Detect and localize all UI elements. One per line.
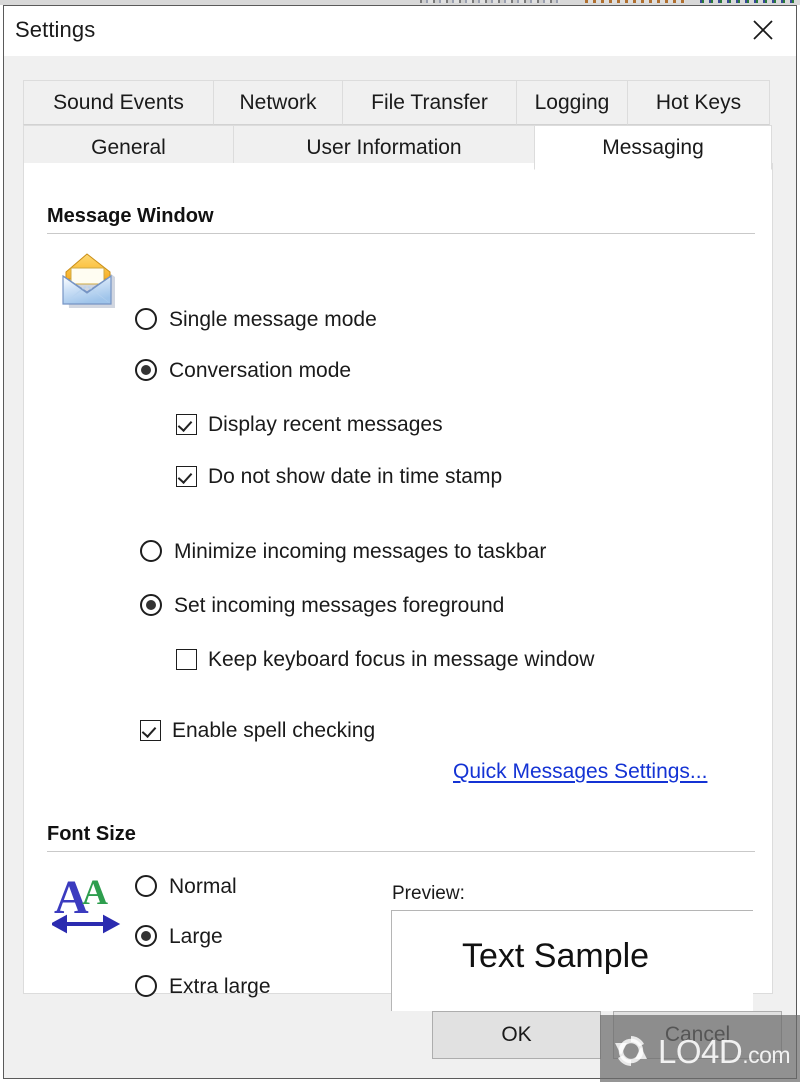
- checkbox-no-date-in-timestamp[interactable]: [176, 466, 197, 487]
- option-no-date-in-timestamp[interactable]: Do not show date in time stamp: [176, 466, 502, 487]
- tab-sound-events[interactable]: Sound Events: [23, 80, 214, 125]
- tab-file-transfer[interactable]: File Transfer: [342, 80, 517, 125]
- option-label: Keep keyboard focus in message window: [208, 648, 595, 671]
- option-enable-spell-checking[interactable]: Enable spell checking: [140, 720, 375, 741]
- checkbox-keep-keyboard-focus[interactable]: [176, 649, 197, 670]
- radio-minimize-incoming[interactable]: [140, 540, 162, 562]
- tab-logging[interactable]: Logging: [516, 80, 628, 125]
- option-font-extra-large[interactable]: Extra large: [135, 975, 271, 997]
- section-title-message-window: Message Window: [47, 205, 214, 227]
- window-title: Settings: [15, 17, 96, 42]
- option-label: Enable spell checking: [172, 719, 376, 742]
- tab-label: General: [91, 135, 166, 159]
- option-conversation-mode[interactable]: Conversation mode: [135, 359, 351, 381]
- option-display-recent-messages[interactable]: Display recent messages: [176, 414, 443, 435]
- ok-button[interactable]: OK: [432, 1011, 601, 1059]
- tab-messaging[interactable]: Messaging: [534, 125, 772, 170]
- radio-font-large[interactable]: [135, 925, 157, 947]
- option-label: Large: [169, 924, 223, 948]
- option-set-incoming-foreground[interactable]: Set incoming messages foreground: [140, 594, 504, 616]
- preview-label: Preview:: [392, 883, 465, 904]
- tab-label: User Information: [306, 135, 462, 159]
- dialog-body: Sound Events Network File Transfer Loggi…: [4, 56, 796, 1078]
- option-font-large[interactable]: Large: [135, 925, 223, 947]
- watermark-text: LO4D.com: [658, 1032, 791, 1070]
- close-button[interactable]: [730, 6, 796, 54]
- tab-strip: Sound Events Network File Transfer Loggi…: [23, 80, 773, 170]
- circular-arrows-icon: [615, 1036, 647, 1066]
- svg-text:A: A: [82, 872, 108, 912]
- option-label: Do not show date in time stamp: [208, 465, 503, 488]
- preview-box: Text Sample: [391, 910, 753, 1011]
- radio-single-message-mode[interactable]: [135, 308, 157, 330]
- option-label: Extra large: [169, 974, 271, 998]
- radio-set-incoming-foreground[interactable]: [140, 594, 162, 616]
- option-keep-keyboard-focus[interactable]: Keep keyboard focus in message window: [176, 649, 594, 670]
- tab-label: Sound Events: [53, 90, 184, 114]
- option-label: Set incoming messages foreground: [174, 593, 505, 617]
- option-minimize-incoming[interactable]: Minimize incoming messages to taskbar: [140, 540, 546, 562]
- tab-row-1: Sound Events Network File Transfer Loggi…: [23, 80, 770, 125]
- option-label: Normal: [169, 874, 237, 898]
- section-title-font-size: Font Size: [47, 823, 136, 845]
- settings-dialog: Settings Sound Events Network File Trans…: [3, 5, 797, 1079]
- close-icon: [753, 20, 773, 40]
- tab-hot-keys[interactable]: Hot Keys: [627, 80, 770, 125]
- tab-label: Messaging: [602, 135, 704, 159]
- lo4d-watermark: LO4D.com: [600, 1015, 800, 1082]
- option-font-normal[interactable]: Normal: [135, 875, 237, 897]
- radio-font-normal[interactable]: [135, 875, 157, 897]
- radio-conversation-mode[interactable]: [135, 359, 157, 381]
- option-single-message-mode[interactable]: Single message mode: [135, 308, 377, 330]
- option-label: Minimize incoming messages to taskbar: [174, 539, 547, 563]
- tab-label: Network: [239, 90, 317, 114]
- watermark-brand: LO4D: [658, 1032, 743, 1070]
- tab-label: File Transfer: [371, 90, 488, 114]
- ok-button-label: OK: [501, 1023, 532, 1046]
- option-label: Display recent messages: [208, 413, 443, 436]
- tab-network[interactable]: Network: [213, 80, 343, 125]
- watermark-suffix: .com: [742, 1041, 791, 1068]
- tab-label: Logging: [534, 90, 610, 114]
- section-rule: [47, 233, 755, 234]
- messaging-panel: Message Window Single message mode Conve…: [23, 163, 773, 1011]
- checkbox-enable-spell-checking[interactable]: [140, 720, 161, 741]
- envelope-icon: [54, 248, 120, 319]
- tab-label: Hot Keys: [655, 90, 742, 114]
- quick-messages-settings-link[interactable]: Quick Messages Settings...: [453, 760, 707, 784]
- section-rule: [47, 851, 755, 852]
- radio-font-extra-large[interactable]: [135, 975, 157, 997]
- font-size-icon: A A: [49, 868, 122, 939]
- option-label: Conversation mode: [169, 358, 352, 382]
- screenshot-root: Settings Sound Events Network File Trans…: [0, 0, 800, 1082]
- title-bar: Settings: [4, 6, 796, 56]
- checkbox-display-recent-messages[interactable]: [176, 414, 197, 435]
- option-label: Single message mode: [169, 307, 377, 331]
- preview-text: Text Sample: [462, 937, 650, 975]
